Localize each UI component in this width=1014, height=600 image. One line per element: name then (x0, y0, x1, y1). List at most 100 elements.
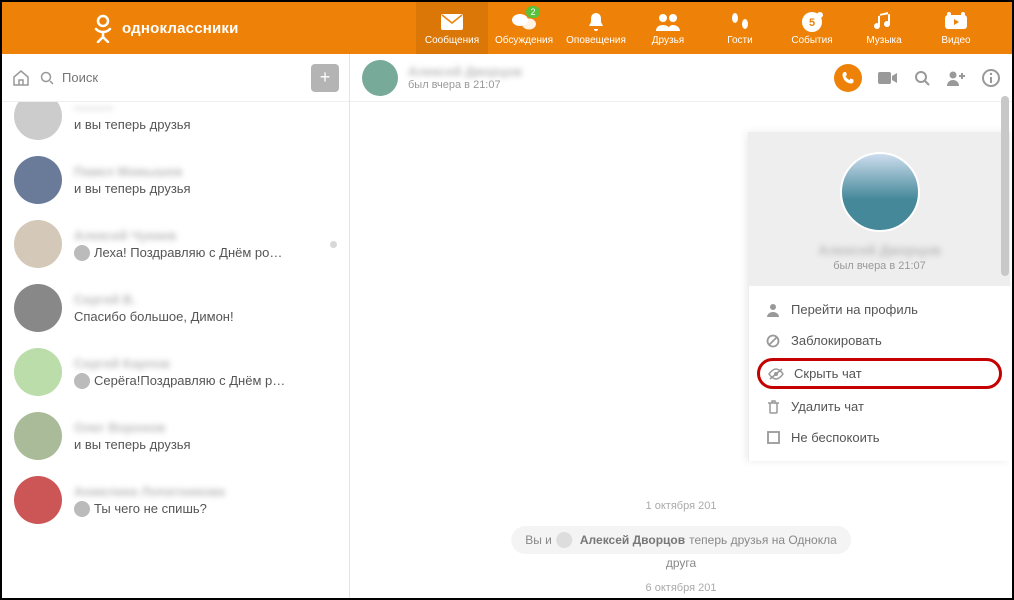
square-icon (765, 431, 781, 444)
avatar (14, 156, 62, 204)
nav-label: Видео (941, 35, 970, 46)
nav-events[interactable]: 5 События (776, 2, 848, 54)
conversation-list[interactable]: ——— и вы теперь друзья Павел Мамышев и в… (2, 102, 349, 598)
panel-menu: Перейти на профиль Заблокировать Скрыть … (749, 286, 1010, 461)
search-row: + (2, 54, 349, 102)
chat-status: был вчера в 21:07 (408, 79, 824, 91)
block-icon (765, 334, 781, 348)
profile-panel: Алексей Дворцов был вчера в 21:07 Перейт… (748, 132, 1010, 461)
list-item[interactable]: ——— и вы теперь друзья (2, 102, 349, 148)
call-button[interactable] (834, 64, 862, 92)
bell-icon (586, 11, 606, 33)
avatar (14, 476, 62, 524)
nav-notifications[interactable]: Оповещения (560, 2, 632, 54)
add-user-button[interactable] (946, 70, 966, 86)
system-message-line2: друга (666, 556, 696, 570)
panel-contact-name: Алексей Дворцов (759, 242, 1000, 258)
system-message: Вы и Алексей Дворцов теперь друзья на Од… (511, 526, 851, 554)
envelope-icon (440, 11, 464, 33)
search-chat-button[interactable] (914, 70, 930, 86)
badge: 2 (526, 6, 540, 18)
menu-label: Удалить чат (791, 399, 864, 414)
date-separator: 6 октября 201 (646, 582, 717, 594)
nav-video[interactable]: Видео (920, 2, 992, 54)
conv-msg: и вы теперь друзья (74, 437, 337, 452)
unread-dot (330, 241, 337, 248)
video-call-button[interactable] (878, 71, 898, 85)
nav-label: Обсуждения (495, 35, 553, 46)
ok-logo-icon (92, 13, 114, 43)
conv-name: Олег Воронов (74, 420, 337, 435)
trash-icon (765, 400, 781, 414)
info-icon (982, 69, 1000, 87)
chat-contact-name[interactable]: Алексей Дворцов (408, 64, 824, 79)
list-item[interactable]: Сергей Карпов Серёга!Поздравляю с Днём р… (2, 340, 349, 404)
nav-label: Музыка (866, 35, 901, 46)
search-input[interactable] (62, 70, 301, 85)
conv-name: Сергей В. (74, 292, 337, 307)
panel-status: был вчера в 21:07 (759, 260, 1000, 272)
video-icon (944, 11, 968, 33)
nav-label: Друзья (652, 35, 684, 46)
conv-msg: и вы теперь друзья (74, 117, 337, 132)
avatar (14, 220, 62, 268)
conv-name: Павел Мамышев (74, 164, 337, 179)
menu-hide-chat[interactable]: Скрыть чат (757, 358, 1002, 389)
conv-name: ——— (74, 102, 337, 115)
panel-header: Алексей Дворцов был вчера в 21:07 (749, 132, 1010, 286)
avatar[interactable] (362, 60, 398, 96)
phone-icon (841, 71, 855, 85)
avatar (14, 348, 62, 396)
search-box[interactable] (40, 70, 301, 85)
add-user-icon (946, 70, 966, 86)
list-item[interactable]: Олег Воронов и вы теперь друзья (2, 404, 349, 468)
eye-off-icon (768, 368, 784, 380)
menu-dnd[interactable]: Не беспокоить (749, 422, 1010, 453)
list-item[interactable]: Анжелика Лопатникова Ты чего не спишь? (2, 468, 349, 532)
menu-label: Заблокировать (791, 333, 882, 348)
conv-msg: Серёга!Поздравляю с Днём р… (74, 373, 337, 389)
plus-icon: + (320, 67, 331, 88)
avatar (14, 102, 62, 140)
avatar[interactable] (840, 152, 920, 232)
conv-msg: Леха! Поздравляю с Днём ро… (74, 245, 318, 261)
date-separator: 1 октября 201 (646, 500, 717, 512)
top-header: одноклассники Сообщения 2 Обсуждения Опо… (2, 2, 1012, 54)
conv-msg: Спасибо большое, Димон! (74, 309, 337, 324)
conv-name: Алексей Чукаев (74, 228, 318, 243)
nav-discussions[interactable]: 2 Обсуждения (488, 2, 560, 54)
avatar (14, 284, 62, 332)
nav-label: Оповещения (566, 35, 626, 46)
list-item[interactable]: Алексей Чукаев Леха! Поздравляю с Днём р… (2, 212, 349, 276)
list-item[interactable]: Павел Мамышев и вы теперь друзья (2, 148, 349, 212)
footsteps-icon (729, 11, 751, 33)
scrollbar-thumb[interactable] (1001, 96, 1009, 276)
music-icon (874, 11, 894, 33)
msg-avatar-icon (74, 501, 90, 517)
scrollbar[interactable] (1000, 56, 1010, 596)
nav-music[interactable]: Музыка (848, 2, 920, 54)
header-nav: Сообщения 2 Обсуждения Оповещения Друзья… (416, 2, 992, 54)
nav-label: Сообщения (425, 35, 479, 46)
chat-header: Алексей Дворцов был вчера в 21:07 (350, 54, 1012, 102)
svg-text:5: 5 (809, 17, 815, 29)
home-icon[interactable] (12, 69, 30, 87)
list-item[interactable]: Сергей В. Спасибо большое, Димон! (2, 276, 349, 340)
info-button[interactable] (982, 69, 1000, 87)
conv-msg: и вы теперь друзья (74, 181, 337, 196)
msg-avatar-icon (74, 373, 90, 389)
add-button[interactable]: + (311, 64, 339, 92)
conv-name: Анжелика Лопатникова (74, 484, 337, 499)
logo[interactable]: одноклассники (92, 13, 239, 43)
avatar (14, 412, 62, 460)
msg-avatar-icon (74, 245, 90, 261)
menu-profile[interactable]: Перейти на профиль (749, 294, 1010, 325)
menu-delete-chat[interactable]: Удалить чат (749, 391, 1010, 422)
nav-friends[interactable]: Друзья (632, 2, 704, 54)
nav-messages[interactable]: Сообщения (416, 2, 488, 54)
events-icon: 5 (801, 11, 823, 33)
search-icon (40, 71, 54, 85)
nav-label: Гости (727, 35, 752, 46)
nav-guests[interactable]: Гости (704, 2, 776, 54)
menu-block[interactable]: Заблокировать (749, 325, 1010, 356)
